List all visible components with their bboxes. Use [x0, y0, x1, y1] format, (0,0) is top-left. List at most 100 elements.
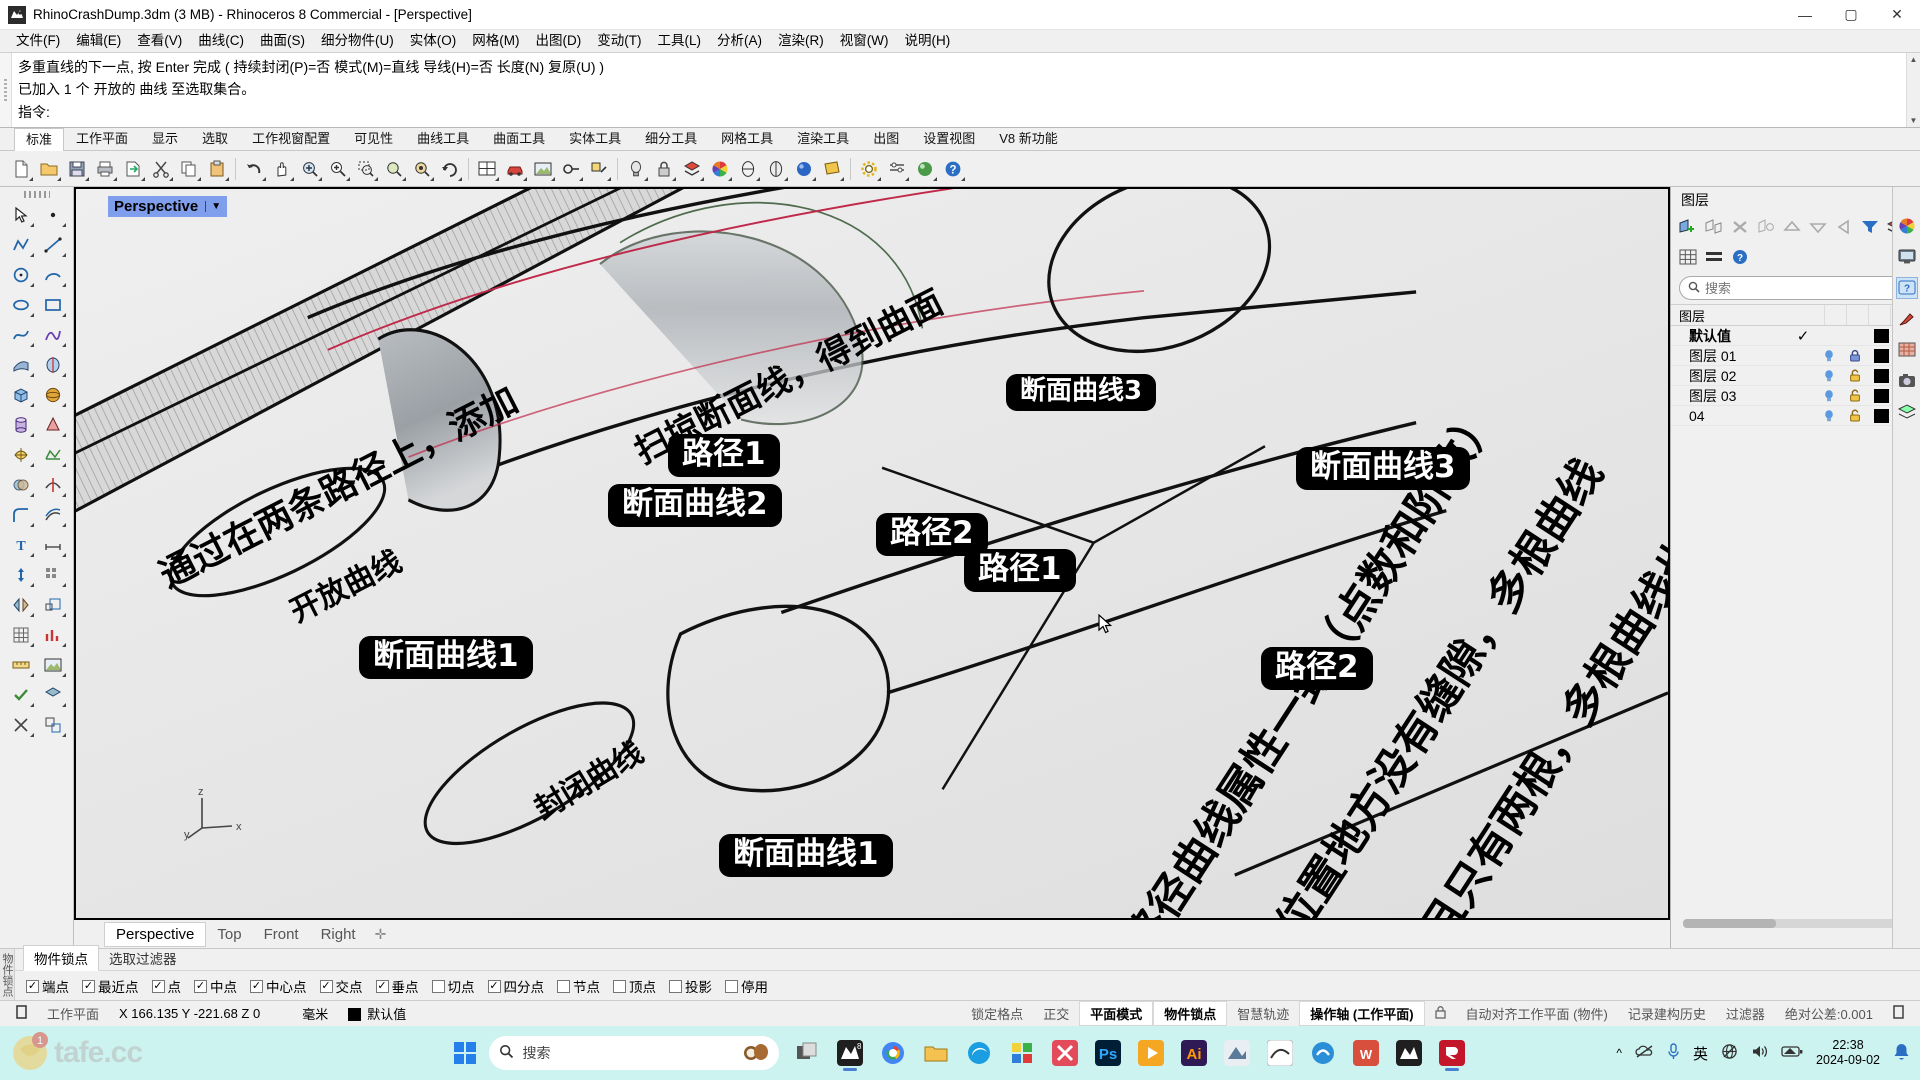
osnap-checkbox[interactable] [431, 979, 445, 993]
osnap-option[interactable]: 投影 [664, 975, 717, 997]
help-icon[interactable]: ? [1729, 246, 1751, 268]
menu-item-0[interactable]: 文件(F) [8, 30, 68, 52]
status-toggle-0[interactable]: 锁定格点 [961, 1002, 1033, 1025]
viewport-tab-perspective[interactable]: Perspective [104, 921, 207, 947]
cone-icon[interactable] [38, 411, 68, 439]
move-down-icon[interactable] [1807, 216, 1829, 238]
freeform-icon[interactable] [38, 321, 68, 349]
circle-icon[interactable] [6, 261, 36, 289]
windows-start-icon[interactable] [450, 1038, 480, 1068]
toolbar-tab-6[interactable]: 曲线工具 [405, 127, 481, 150]
move-left-icon[interactable] [1833, 216, 1855, 238]
menu-item-8[interactable]: 出图(D) [528, 30, 590, 52]
fillet-icon[interactable] [6, 501, 36, 529]
osnap-vertical-tab[interactable]: 物件锁点 [0, 949, 15, 1000]
sphere-icon[interactable] [791, 156, 817, 182]
toolbar-tab-10[interactable]: 网格工具 [709, 127, 785, 150]
microphone-icon[interactable] [1667, 1043, 1680, 1063]
osnap-checkbox[interactable]: ✓ [26, 979, 39, 993]
layer-color-swatch[interactable] [1868, 328, 1894, 343]
viewport-tab-front[interactable]: Front [253, 923, 310, 946]
explode-icon[interactable] [6, 711, 36, 739]
cut-icon[interactable] [148, 156, 174, 182]
toolbar-tab-7[interactable]: 曲面工具 [481, 127, 557, 150]
check-icon[interactable] [6, 681, 36, 709]
toolbar-tab-4[interactable]: 工作视窗配置 [240, 127, 342, 150]
save-file-icon[interactable] [64, 156, 90, 182]
add-viewport-button[interactable]: ✛ [367, 923, 395, 946]
layer-row[interactable]: 图层 03 [1671, 386, 1920, 406]
select-arrow-icon[interactable] [6, 201, 36, 229]
layers-horizontal-scrollbar[interactable] [1683, 919, 1904, 928]
undo-icon[interactable] [241, 156, 267, 182]
new-sublayer-icon[interactable] [1703, 216, 1725, 238]
chevron-down-icon[interactable]: ▼ [205, 201, 221, 212]
boolean-icon[interactable] [6, 471, 36, 499]
layer-visibility-icon[interactable] [1816, 389, 1842, 403]
options-icon[interactable] [856, 156, 882, 182]
red-app-icon[interactable] [1433, 1034, 1471, 1072]
eyedropper-icon[interactable] [1896, 308, 1918, 330]
viewport-tab-top[interactable]: Top [206, 923, 252, 946]
osnap-option[interactable]: ✓ 最近点 [77, 975, 144, 997]
layer-row[interactable]: 04 [1671, 406, 1920, 426]
photoshop-icon[interactable]: Ps [1089, 1034, 1127, 1072]
osnap-option[interactable]: 节点 [552, 975, 605, 997]
list-view-icon[interactable] [1703, 246, 1725, 268]
layer-row[interactable]: 图层 01 [1671, 346, 1920, 366]
layer-tools-icon[interactable] [38, 681, 68, 709]
status-extra-0[interactable]: 自动对齐工作平面 (物件) [1456, 1002, 1618, 1025]
bandicam-icon[interactable] [1046, 1034, 1084, 1072]
tray-chevron-icon[interactable]: ^ [1616, 1046, 1622, 1060]
line-icon[interactable] [38, 231, 68, 259]
toolbar-tab-14[interactable]: V8 新功能 [987, 127, 1070, 150]
status-layer[interactable]: 默认值 [338, 1002, 416, 1025]
surface-icon[interactable] [735, 156, 761, 182]
close-button[interactable]: ✕ [1874, 0, 1920, 30]
status-units[interactable]: 毫米 [292, 1002, 338, 1025]
menu-item-14[interactable]: 说明(H) [896, 30, 958, 52]
transform-icon[interactable] [6, 561, 36, 589]
plane-icon[interactable] [819, 156, 845, 182]
menu-item-13[interactable]: 视窗(W) [832, 30, 897, 52]
layer-visibility-icon[interactable] [1816, 409, 1842, 423]
layers-search-input[interactable] [1705, 280, 1903, 296]
dimension-icon[interactable] [38, 531, 68, 559]
mesh-icon[interactable] [38, 441, 68, 469]
osnap-option[interactable]: ✓ 中心点 [245, 975, 312, 997]
osnap-option[interactable]: ✓ 垂点 [371, 975, 424, 997]
rectangle-icon[interactable] [38, 291, 68, 319]
status-resize-grip[interactable] [1883, 1003, 1914, 1024]
layer-visibility-icon[interactable] [1816, 369, 1842, 383]
minimize-button[interactable]: — [1782, 0, 1828, 30]
layer-color-swatch[interactable] [1868, 348, 1894, 363]
render-setup-icon[interactable] [586, 156, 612, 182]
osnap-option[interactable]: ✓ 四分点 [483, 975, 550, 997]
viewport-name-label[interactable]: Perspective ▼ [108, 196, 228, 217]
osnap-checkbox[interactable]: ✓ [194, 979, 207, 993]
sphere-icon[interactable] [38, 381, 68, 409]
toolbar-tab-1[interactable]: 工作平面 [64, 127, 140, 150]
layer-color-swatch[interactable] [1868, 388, 1894, 403]
curve-icon[interactable] [6, 321, 36, 349]
point-icon[interactable] [38, 201, 68, 229]
osnap-checkbox[interactable] [557, 979, 570, 993]
toolbar-tab-9[interactable]: 细分工具 [633, 127, 709, 150]
export-icon[interactable] [120, 156, 146, 182]
camera-icon[interactable] [1896, 370, 1918, 392]
texture-icon[interactable] [1896, 339, 1918, 361]
layers-panel-icon[interactable] [1896, 401, 1918, 423]
status-cplane[interactable]: 工作平面 [37, 1002, 109, 1025]
status-toggle-2[interactable]: 平面模式 [1079, 1001, 1154, 1026]
menu-item-5[interactable]: 细分物件(U) [313, 30, 402, 52]
delete-layer-icon[interactable] [1729, 216, 1751, 238]
rhino-icon[interactable]: 8 [831, 1034, 869, 1072]
new-layer-icon[interactable] [1677, 216, 1699, 238]
toolbar-tab-3[interactable]: 选取 [190, 127, 240, 150]
network-icon[interactable] [1721, 1043, 1738, 1063]
toolbar-tab-2[interactable]: 显示 [140, 127, 190, 150]
media-player-icon[interactable] [1132, 1034, 1170, 1072]
copy-icon[interactable] [176, 156, 202, 182]
coconut-icon[interactable] [743, 1042, 769, 1065]
print-icon[interactable] [92, 156, 118, 182]
